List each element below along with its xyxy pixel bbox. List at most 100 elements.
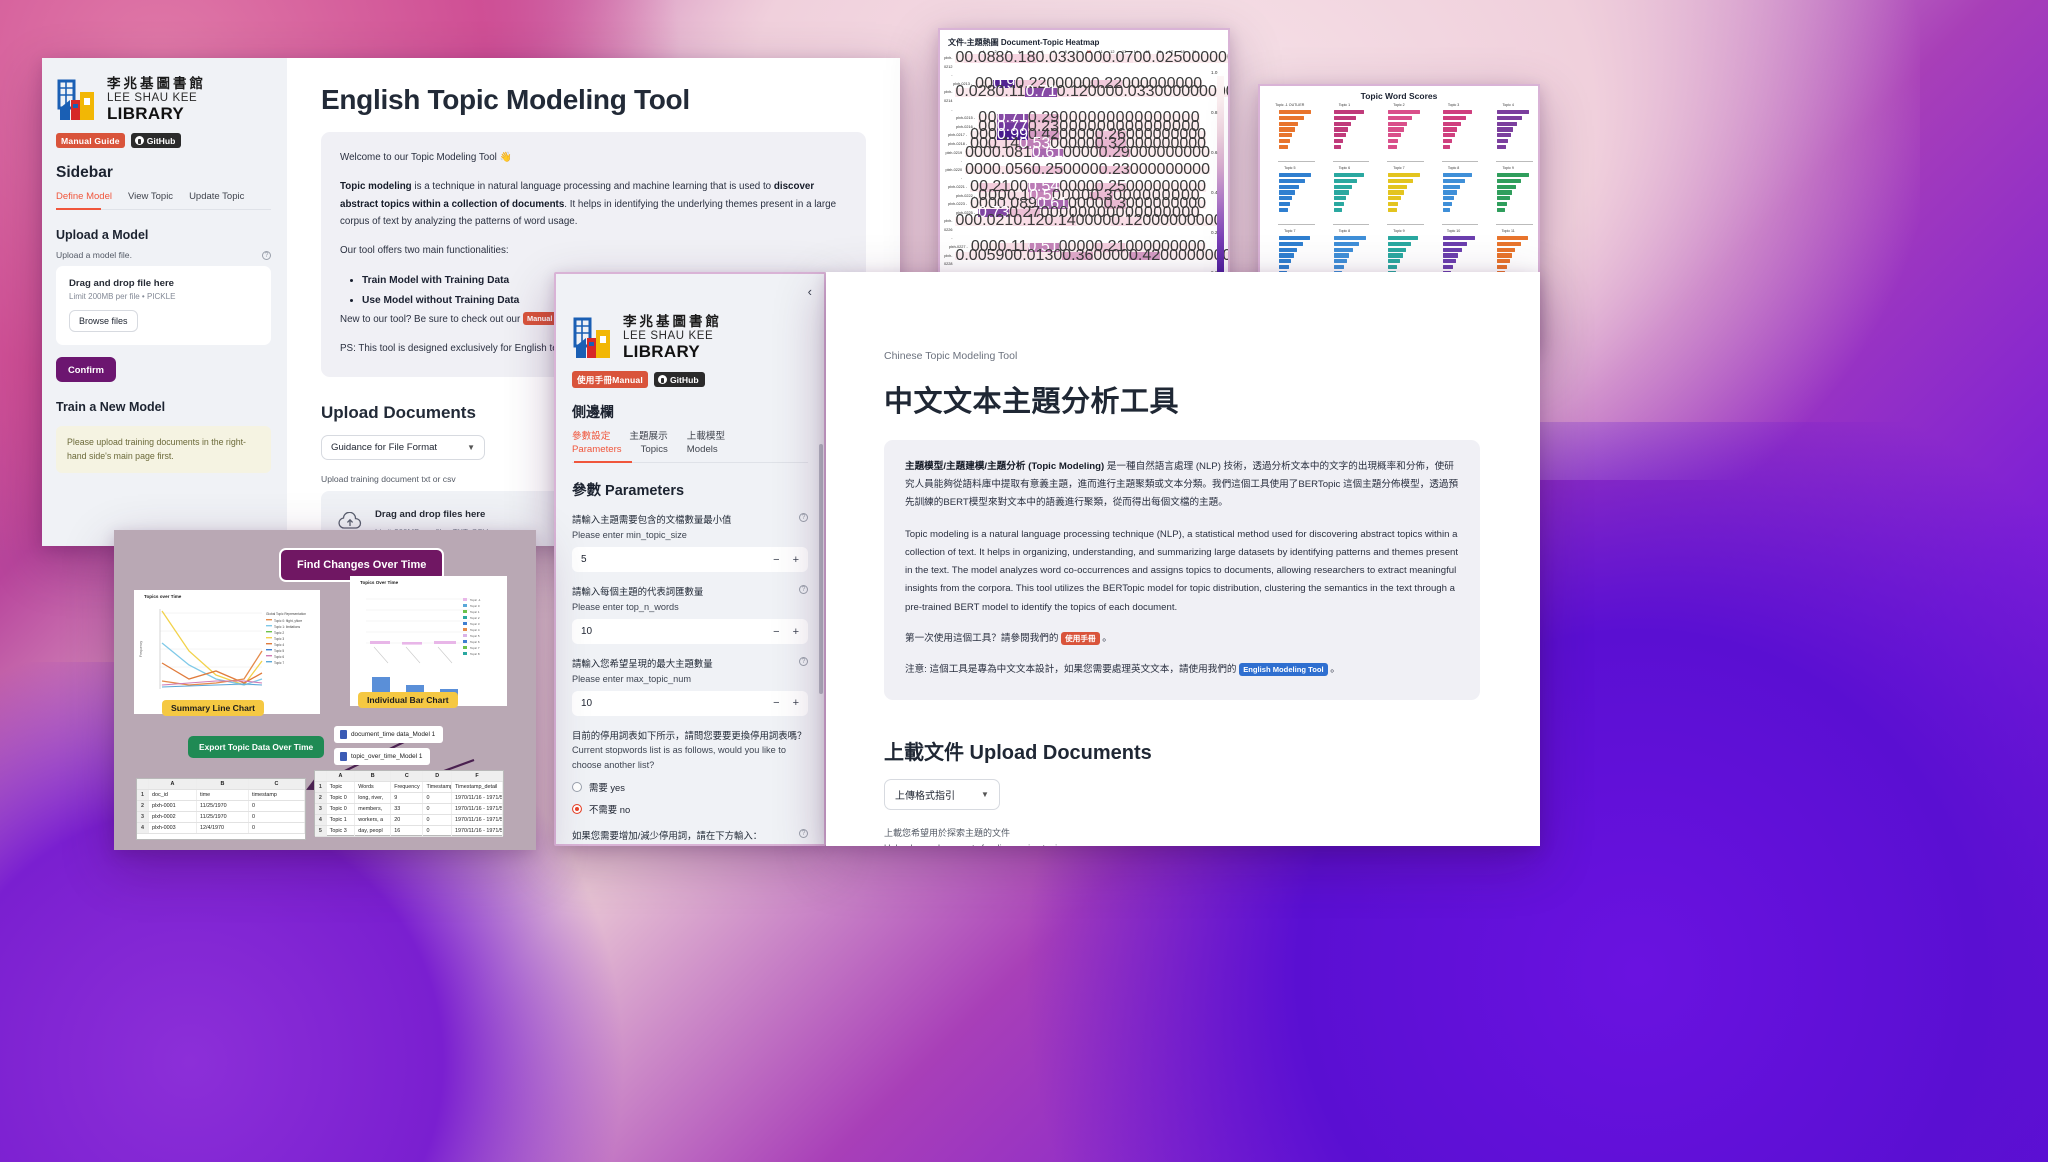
topic-score-bar — [1442, 173, 1472, 178]
heatmap-cell: 0 — [1080, 160, 1090, 178]
export-topic-data-button[interactable]: Export Topic Data Over Time — [188, 736, 325, 758]
table-column-header — [315, 771, 327, 781]
chinese-intro-paragraph: 主題模型/主題建模/主題分析 (Topic Modeling) 是一種自然語言處… — [905, 458, 1459, 513]
radio-icon-selected[interactable] — [572, 803, 582, 814]
english-sidebar: 李兆基圖書館 LEE SHAU KEE LIBRARY Manual Guide… — [42, 58, 287, 546]
topic-score-bar — [1388, 190, 1404, 195]
radio-option-no[interactable]: 不需要 no — [572, 802, 808, 816]
confirm-button[interactable]: Confirm — [56, 357, 116, 383]
topic-score-bar — [1333, 207, 1342, 212]
topic-score-bar — [1442, 253, 1459, 258]
first-time-pre: 第一次使用這個工具？請參閱我們的 — [905, 632, 1062, 644]
minus-button[interactable]: − — [773, 697, 779, 709]
minus-button[interactable]: − — [773, 554, 779, 566]
heatmap-cell: 0 — [1087, 83, 1097, 101]
manual-guide-badge[interactable]: Manual Guide — [56, 133, 125, 149]
topic-score-bar — [1388, 207, 1397, 212]
max-topic-num-input[interactable]: 10 − + — [572, 690, 808, 716]
field-label-en: Please enter top_n_words — [572, 601, 679, 612]
heatmap-cell: 0 — [1192, 160, 1202, 178]
topic-score-bar — [1442, 236, 1475, 241]
topic-score-panel: Topic 4 — [1481, 103, 1535, 165]
table-cell: 2 — [315, 793, 327, 803]
heatmap-cell: 0 — [1192, 143, 1202, 161]
topic-score-bar — [1279, 133, 1293, 138]
topic-score-bars — [1481, 234, 1535, 275]
colorbar-tick: 0.2 — [1211, 230, 1218, 235]
tab-models-en[interactable]: Models — [687, 444, 718, 455]
help-icon[interactable]: ? — [262, 250, 271, 260]
topic-score-bar — [1333, 178, 1357, 183]
browse-files-button[interactable]: Browse files — [69, 310, 138, 333]
minus-button[interactable]: − — [773, 626, 779, 638]
first-time-post: 。 — [1099, 632, 1112, 644]
heatmap-body: plxh-0212 -0 0.088 0.18 0.033 0 0 0 0.07 0 0.025 0… — [944, 49, 1228, 304]
sidebar-scrollbar[interactable] — [819, 444, 823, 694]
tab-view-topic[interactable]: View Topic — [128, 191, 173, 202]
max-topic-num-value: 10 — [581, 697, 593, 709]
topic-score-bar — [1279, 190, 1295, 195]
tab-models-cn[interactable]: 上載模型 — [687, 428, 725, 442]
topic-score-bar — [1388, 144, 1397, 149]
table-column-header: B — [355, 771, 392, 781]
file-document-time-data[interactable]: document_time data_Model 1 — [334, 726, 444, 743]
heatmap-cell: 0 — [955, 212, 965, 230]
table-row: 4 plxh-0003 12/4/1970 0 — [137, 823, 305, 834]
table-cell: Frequency — [391, 782, 424, 792]
radio-icon[interactable] — [572, 781, 582, 792]
table-cell: 1970/11/16 - 1971/5/1 — [452, 804, 503, 814]
top-n-words-input[interactable]: 10 − + — [572, 619, 808, 645]
help-icon[interactable]: ? — [799, 585, 808, 595]
topic-score-bar — [1333, 201, 1344, 207]
topic-score-bar — [1279, 247, 1298, 252]
guidance-file-format-select[interactable]: Guidance for File Format ▼ — [321, 434, 486, 460]
tab-topics-en[interactable]: Topics — [641, 444, 668, 455]
table-row: 4 Topic 1 workers, a 20 0 1970/11/16 - 1971/5… — [315, 815, 503, 826]
chinese-format-guide-select[interactable]: 上傳格式指引 ▼ — [884, 779, 1000, 811]
radio-option-yes[interactable]: 需要 yes — [572, 780, 808, 794]
manual-badge-inline[interactable]: 使用手冊 — [1061, 631, 1100, 645]
tab-topics-cn[interactable]: 主題展示 — [629, 428, 667, 442]
github-badge-cn[interactable]: GitHub — [653, 372, 705, 388]
table-cell: 0 — [423, 804, 453, 814]
file-topic-over-time[interactable]: topic_over_time_Model 1 — [334, 748, 431, 765]
topic-score-bars — [1427, 171, 1481, 212]
svg-text:Topic 1: Topic 1 — [470, 610, 480, 614]
svg-text:Topic 5: Topic 5 — [470, 634, 480, 638]
help-icon[interactable]: ? — [799, 657, 808, 667]
min-topic-size-value: 5 — [581, 554, 587, 566]
help-icon[interactable]: ? — [799, 513, 808, 523]
collapse-sidebar-icon[interactable]: ‹ — [808, 284, 812, 299]
heatmap-cell: 0 — [1084, 212, 1094, 230]
min-topic-size-input[interactable]: 5 − + — [572, 547, 808, 573]
topic-score-bars — [1318, 171, 1372, 212]
plus-button[interactable]: + — [793, 554, 799, 566]
topic-score-bar — [1442, 144, 1451, 149]
heatmap-cell: 0.021 — [973, 212, 1014, 230]
topic-score-bar — [1279, 207, 1288, 212]
help-icon[interactable]: ? — [799, 828, 808, 838]
panel-axis — [1278, 160, 1315, 161]
topic-score-bar — [1333, 121, 1352, 126]
bar-chart-svg: Topic -1 Topic 0 Topic 1 Topic 2 Topic 3 To… — [366, 598, 481, 697]
heatmap-cell: 0 — [1102, 246, 1112, 264]
tab-define-model[interactable]: Define Model — [56, 191, 112, 202]
topic-score-bar — [1279, 236, 1310, 241]
manual-guide-badge-cn[interactable]: 使用手冊Manual — [572, 371, 648, 389]
tab-parameters-cn[interactable]: 參數設定 — [572, 428, 610, 442]
tab-update-topic[interactable]: Update Topic — [189, 191, 244, 202]
tab-parameters-en[interactable]: Parameters — [572, 444, 622, 455]
field-top-n-words-label: 請輸入每個主題的代表詞匯數量 Please enter top_n_words … — [572, 585, 808, 614]
heatmap-cell: 0 — [955, 49, 965, 66]
english-tool-badge[interactable]: English Modeling Tool — [1239, 662, 1328, 676]
heatmap-canvas: 1 2 3 4 5 6 7 8 9 10 11 12 13 14 15 16 17 18 19 plxh-0212 … — [940, 49, 1228, 304]
plus-button[interactable]: + — [793, 626, 799, 638]
plus-button[interactable]: + — [793, 697, 799, 709]
github-badge[interactable]: GitHub — [130, 133, 182, 149]
heatmap-title: 文件-主題熱圖 Document-Topic Heatmap — [948, 38, 1100, 47]
svg-text:Topic -1: Topic -1 — [470, 598, 481, 602]
heatmap-cell: 0.07 — [1102, 49, 1134, 66]
table-cell: 0 — [423, 793, 453, 803]
topic-score-bar — [1497, 190, 1513, 195]
model-dropzone[interactable]: Drag and drop file here Limit 200MB per … — [56, 266, 271, 346]
